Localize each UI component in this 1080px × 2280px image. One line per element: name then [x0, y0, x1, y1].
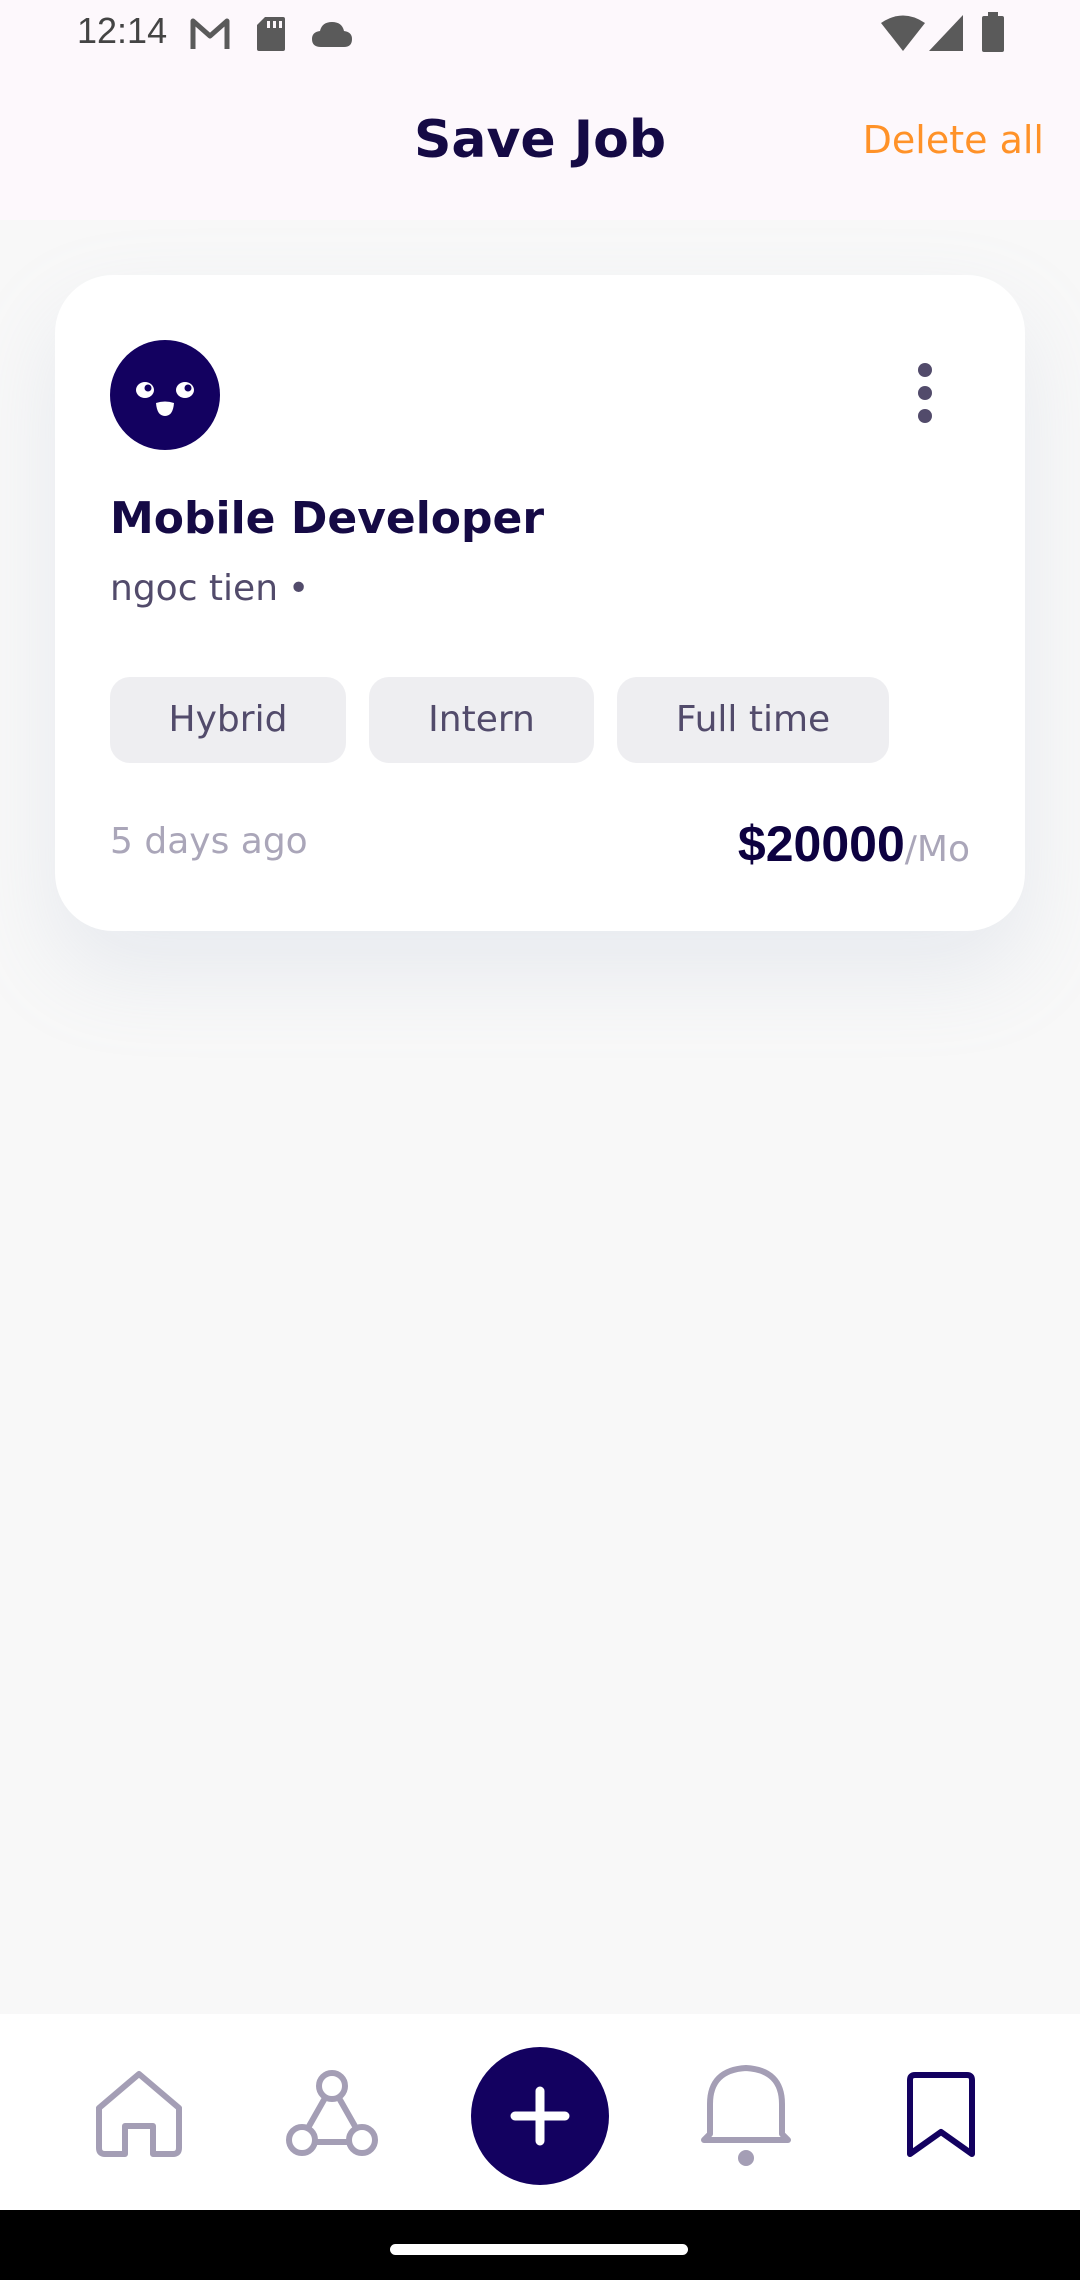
tag-level: Intern: [369, 677, 594, 763]
sd-card-icon: [256, 16, 286, 56]
app-header: Save Job Delete all: [0, 70, 1080, 220]
saved-job-card[interactable]: Mobile Developer ngoc tien • Hybrid Inter…: [55, 275, 1025, 931]
company-name: ngoc tien •: [110, 568, 309, 609]
delete-all-button[interactable]: Delete all: [863, 118, 1044, 162]
posted-time: 5 days ago: [110, 821, 308, 862]
signal-icon: [928, 14, 964, 56]
company-separator: •: [288, 568, 310, 609]
add-button[interactable]: [471, 2047, 609, 2185]
home-indicator[interactable]: [390, 2244, 688, 2255]
gmail-icon: [190, 16, 230, 56]
job-title[interactable]: Mobile Developer: [110, 493, 544, 544]
salary: $20000/Mo: [738, 815, 970, 873]
status-bar: 12:14: [0, 0, 1080, 70]
status-time: 12:14: [77, 10, 168, 51]
tag-workplace: Hybrid: [110, 677, 346, 763]
connections-icon[interactable]: [286, 2068, 378, 2164]
salary-period: /Mo: [904, 829, 970, 870]
system-navigation-bar: [0, 2210, 1080, 2280]
tag-employment-type: Full time: [617, 677, 889, 763]
saved-icon[interactable]: [904, 2070, 978, 2164]
bottom-navigation: [0, 2014, 1080, 2210]
company-logo-icon: [110, 340, 220, 450]
home-icon[interactable]: [93, 2068, 185, 2164]
more-options-icon[interactable]: [915, 363, 935, 423]
job-tags: Hybrid Intern Full time: [110, 677, 912, 763]
notifications-icon[interactable]: [700, 2058, 792, 2174]
salary-amount: $20000: [737, 816, 905, 872]
cloud-icon: [311, 20, 353, 52]
wifi-icon: [880, 14, 926, 56]
battery-icon: [982, 12, 1004, 56]
company-name-text: ngoc tien: [110, 568, 279, 609]
